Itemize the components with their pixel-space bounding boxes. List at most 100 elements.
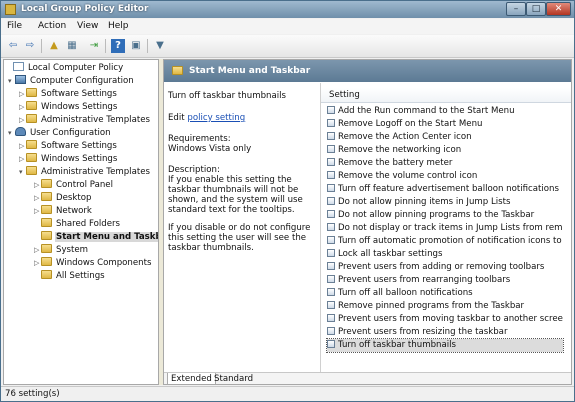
tree-twisty[interactable]: ▷ [19,88,26,101]
tree-node-control-panel[interactable]: ▷ Control Panel [34,179,114,192]
back-arrow-icon[interactable]: ⇦ [6,39,20,53]
tree-twisty[interactable]: ▾ [8,127,15,140]
tree-node-administrative-templates[interactable]: ▷ Administrative Templates [19,114,151,127]
setting-icon [327,236,335,244]
list-item[interactable]: Do not display or track items in Jump Li… [327,222,563,235]
forward-arrow-icon[interactable]: ⇨ [23,39,37,53]
tree-node-label: Desktop [56,193,92,203]
status-text: 76 setting(s) [5,389,60,399]
minimize-button[interactable]: – [506,2,526,16]
list-item[interactable]: Remove the networking icon [327,144,563,157]
tab-extended[interactable]: Extended [167,373,216,384]
close-button[interactable]: ✕ [546,2,571,16]
tree-node-label: Control Panel [56,180,113,190]
list-item[interactable]: Remove Logoff on the Start Menu [327,118,563,131]
tree-node-start-menu-and-taskbar[interactable]: Start Menu and Taskbar [34,231,158,244]
list-item-label: Remove Logoff on the Start Menu [338,119,483,129]
export-list-icon[interactable]: ⇥ [87,39,101,53]
tree-twisty[interactable]: ▷ [34,257,41,270]
properties-icon[interactable]: ▦ [65,39,79,53]
description-text-2: If you disable or do not configure this … [168,223,311,253]
column-header-setting[interactable]: Setting [321,88,571,103]
list-item[interactable]: Prevent users from moving taskbar to ano… [327,313,563,326]
tree-node-label: Shared Folders [56,219,121,229]
toolbar-separator [41,39,42,53]
list-item-label: Do not display or track items in Jump Li… [338,223,563,233]
list-item[interactable]: Prevent users from adding or removing to… [327,261,563,274]
tree-node-system[interactable]: ▷ System [34,244,89,257]
description-label: Description: [168,165,220,175]
tree-twisty[interactable]: ▷ [19,114,26,127]
tree-twisty[interactable]: ▷ [34,179,41,192]
list-item-selected[interactable]: Turn off taskbar thumbnails [326,338,564,353]
maximize-button[interactable]: □ [526,2,546,16]
help-icon[interactable]: ? [111,39,125,53]
extended-description: Turn off taskbar thumbnails Edit policy … [164,83,320,372]
folder-icon [41,257,52,266]
list-item[interactable]: Do not allow pinning items in Jump Lists [327,196,563,209]
tree-twisty[interactable]: ▷ [34,244,41,257]
folder-icon [26,88,37,97]
tree-twisty[interactable]: ▷ [19,153,26,166]
menu-file[interactable]: File [7,21,22,31]
folder-icon [41,192,52,201]
list-item[interactable]: Do not allow pinning programs to the Tas… [327,209,563,222]
list-item[interactable]: Remove pinned programs from the Taskbar [327,300,563,313]
tree-node-local-computer-policy[interactable]: Local Computer Policy [6,62,124,75]
list-item[interactable]: Add the Run command to the Start Menu [327,105,563,118]
list-item[interactable]: Turn off feature advertisement balloon n… [327,183,563,196]
tree-node-administrative-templates[interactable]: ▾ Administrative Templates [19,166,151,179]
tree-node-all-settings[interactable]: All Settings [34,270,106,283]
setting-icon [327,158,335,166]
list-item[interactable]: Turn off all balloon notifications [327,287,563,300]
setting-icon [327,132,335,140]
tree-node-computer-configuration[interactable]: ▾ Computer Configuration [8,75,135,88]
setting-icon [327,249,335,257]
menu-action[interactable]: Action [38,21,66,31]
setting-icon [327,340,335,348]
tree-node-label: Network [56,206,92,216]
list-item[interactable]: Remove the battery meter [327,157,563,170]
folder-icon [172,66,183,75]
show-hide-pane-icon[interactable]: ▣ [129,39,143,53]
tree-twisty[interactable]: ▷ [34,205,41,218]
title-bar[interactable]: Local Group Policy Editor – □ ✕ [1,1,574,18]
tree-node-network[interactable]: ▷ Network [34,205,93,218]
tree-node-software-settings[interactable]: ▷ Software Settings [19,140,118,153]
menu-help[interactable]: Help [108,21,129,31]
tree-twisty[interactable]: ▾ [8,75,15,88]
list-item[interactable]: Prevent users from rearranging toolbars [327,274,563,287]
folder-icon [41,205,52,214]
edit-policy-link[interactable]: policy setting [187,113,245,123]
user-icon [15,127,26,136]
menu-view[interactable]: View [77,21,98,31]
list-item-label: Turn off taskbar thumbnails [338,340,456,350]
list-item[interactable]: Remove the volume control icon [327,170,563,183]
list-item[interactable]: Lock all taskbar settings [327,248,563,261]
requirements-value: Windows Vista only [168,144,252,154]
setting-icon [327,262,335,270]
tree-twisty[interactable]: ▷ [19,101,26,114]
tree-twisty[interactable]: ▾ [19,166,26,179]
folder-icon [26,166,37,175]
tree-node-shared-folders[interactable]: Shared Folders [34,218,121,231]
list-item[interactable]: Turn off automatic promotion of notifica… [327,235,563,248]
details-pane: Start Menu and Taskbar Turn off taskbar … [163,59,572,385]
tree-node-desktop[interactable]: ▷ Desktop [34,192,92,205]
list-item[interactable]: Remove the Action Center icon [327,131,563,144]
tree-node-user-configuration[interactable]: ▾ User Configuration [8,127,112,140]
tree-node-windows-settings[interactable]: ▷ Windows Settings [19,101,118,114]
tree-twisty[interactable]: ▷ [34,192,41,205]
tree-node-windows-settings[interactable]: ▷ Windows Settings [19,153,118,166]
list-item-label: Lock all taskbar settings [338,249,443,259]
list-item[interactable]: Prevent users from resizing the taskbar [327,326,563,339]
tree-node-software-settings[interactable]: ▷ Software Settings [19,88,118,101]
up-folder-icon[interactable]: ▲ [47,39,61,53]
toolbar-separator [147,39,148,53]
tab-standard[interactable]: Standard [211,373,256,384]
edit-line: Edit policy setting [168,113,318,123]
tree-node-windows-components[interactable]: ▷ Windows Components [34,257,152,270]
tree-twisty[interactable]: ▷ [19,140,26,153]
list-item-label: Remove the volume control icon [338,171,478,181]
filter-icon[interactable]: ▼ [153,39,167,53]
